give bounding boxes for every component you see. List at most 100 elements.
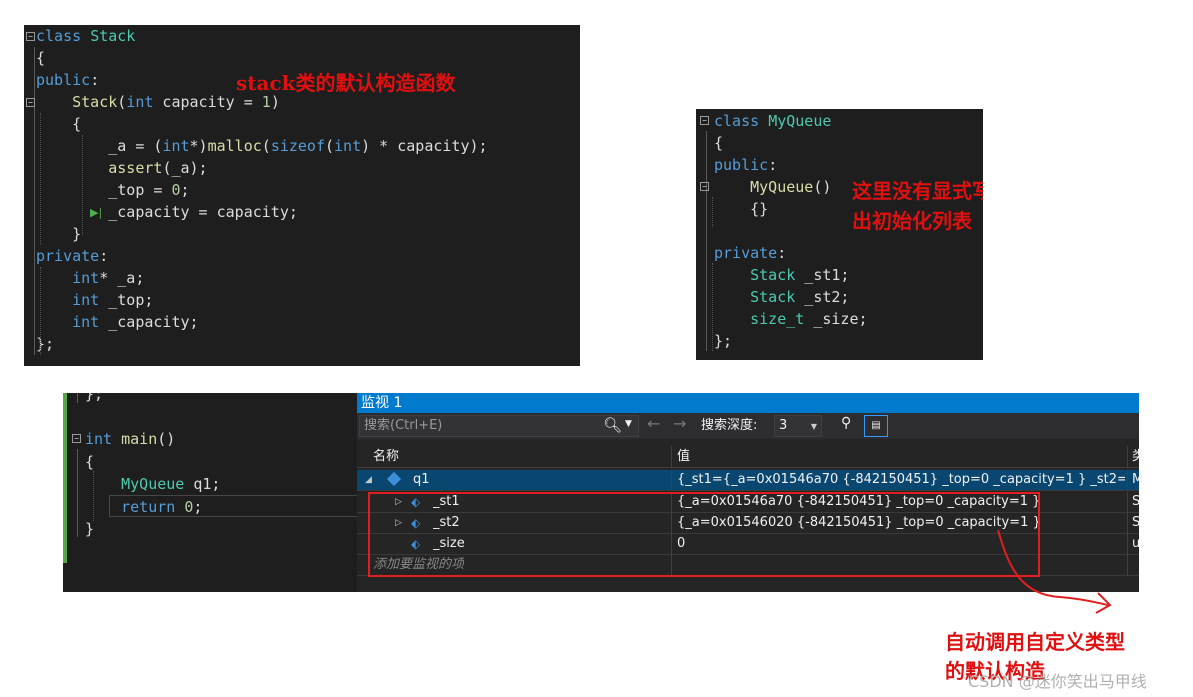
watch-row-value[interactable]: {_st1={_a=0x01546a70 {-842150451} _top=0…	[677, 470, 1125, 490]
collapse-icon[interactable]: −	[700, 182, 709, 191]
code-token: int	[126, 93, 154, 111]
code-line: assert(_a);	[36, 157, 208, 179]
code-token: {	[714, 134, 724, 152]
code-token: _capacity;	[99, 313, 199, 331]
code-token: ()	[157, 430, 176, 448]
code-token: int	[72, 291, 100, 309]
code-token: _top =	[36, 181, 172, 199]
column-header-type[interactable]: 类	[1132, 446, 1145, 468]
code-token: :	[99, 247, 109, 265]
watch-search-input[interactable]: 搜索(Ctrl+E)	[359, 415, 639, 437]
code-token: };	[36, 335, 55, 353]
code-token: _st1;	[795, 266, 850, 284]
code-token: };	[85, 393, 104, 403]
collapse-icon[interactable]: −	[700, 116, 709, 125]
code-line: size_t _size;	[714, 308, 867, 330]
code-token: malloc	[207, 137, 262, 155]
code-token: }	[85, 520, 95, 538]
forward-arrow-icon[interactable]: →	[673, 414, 686, 433]
code-line: };	[714, 330, 732, 352]
code-line: };	[36, 333, 54, 355]
code-token: _capacity = capacity;	[36, 203, 298, 221]
back-arrow-icon[interactable]: ←	[647, 414, 660, 433]
code-token: class	[36, 27, 82, 45]
code-line: class Stack	[36, 25, 135, 47]
code-line: public:	[36, 69, 99, 91]
code-token: 0	[171, 181, 181, 199]
code-token: int	[72, 269, 100, 287]
code-line: _a = (int*)malloc(sizeof(int) * capacity…	[36, 135, 488, 157]
columns-toggle-icon[interactable]: ▤	[864, 415, 888, 437]
code-line: MyQueue q1;	[85, 473, 220, 495]
collapse-icon[interactable]: −	[26, 32, 35, 41]
code-line: class MyQueue	[714, 110, 831, 132]
code-token: (_a);	[162, 159, 208, 177]
chevron-down-icon[interactable]: ▼	[625, 419, 632, 429]
code-line: {}	[714, 198, 768, 220]
run-to-cursor-icon[interactable]: ▶|	[90, 206, 102, 220]
collapse-icon[interactable]: −	[26, 98, 35, 107]
indent-guide	[40, 113, 41, 245]
collapse-icon[interactable]: −	[72, 434, 81, 443]
code-line: MyQueue()	[714, 176, 831, 198]
expanded-arrow-icon[interactable]: ◢	[365, 470, 372, 490]
code-token: (	[261, 137, 271, 155]
search-icon[interactable]: 🔍︎	[603, 416, 622, 434]
code-line: {	[36, 47, 45, 69]
code-token: public	[36, 71, 91, 89]
code-token: {	[36, 49, 46, 67]
code-line: {	[85, 451, 94, 473]
code-token: ) * capacity);	[361, 137, 488, 155]
code-line: int main()	[85, 428, 175, 450]
main-code-panel: }; int main(){ MyQueue q1; return 0;} −	[63, 393, 358, 592]
code-token: :	[768, 156, 778, 174]
code-token: main	[121, 430, 158, 448]
pin-filter-icon[interactable]: ⚲	[841, 415, 851, 431]
watermark: CSDN @迷你笑出马甲线	[968, 672, 1147, 691]
code-token: Stack	[90, 27, 136, 45]
code-line: {	[714, 132, 723, 154]
code-token: }	[36, 225, 82, 243]
code-token: * _a;	[99, 269, 145, 287]
code-token: *)	[189, 137, 208, 155]
code-token: {	[36, 115, 82, 133]
code-token: q1;	[184, 475, 221, 493]
code-token: ;	[180, 181, 190, 199]
code-token: ()	[813, 178, 832, 196]
column-header-name[interactable]: 名称	[373, 446, 399, 468]
code-token: MyQueue	[768, 112, 832, 130]
indent-guide	[712, 263, 713, 351]
watch-row-type: M	[1132, 472, 1144, 487]
code-line: };	[85, 393, 103, 405]
current-line-highlight	[109, 495, 358, 517]
code-line: private:	[36, 245, 108, 267]
code-line: int _top;	[36, 289, 153, 311]
code-line: _capacity = capacity;	[36, 201, 298, 223]
watch-row-type: S	[1132, 515, 1141, 530]
search-depth-select[interactable]: 3 ▼	[774, 415, 822, 437]
indent-guide	[82, 135, 83, 235]
code-token: int	[72, 313, 100, 331]
watch-grid-header: 名称 值 类	[357, 446, 1145, 468]
indent-guide	[712, 197, 713, 227]
code-line: _top = 0;	[36, 179, 190, 201]
code-token: int	[85, 430, 113, 448]
watch-row-type: u	[1132, 536, 1141, 551]
code-line: Stack _st2;	[714, 286, 849, 308]
column-header-value[interactable]: 值	[677, 446, 690, 468]
highlight-box	[368, 492, 1040, 577]
code-line: }	[85, 518, 94, 540]
code-token: public	[714, 156, 769, 174]
code-line: private:	[714, 242, 786, 264]
object-icon	[386, 471, 402, 487]
code-line: {	[36, 113, 81, 135]
myqueue-annotation-line1: 这里没有显式写	[852, 179, 983, 203]
fold-guide	[77, 393, 78, 403]
watch-row-q1[interactable]: ◢ q1 {_st1={_a=0x01546a70 {-842150451} _…	[357, 470, 1143, 491]
stack-code-panel: class Stack{public: Stack(int capacity =…	[24, 25, 580, 366]
